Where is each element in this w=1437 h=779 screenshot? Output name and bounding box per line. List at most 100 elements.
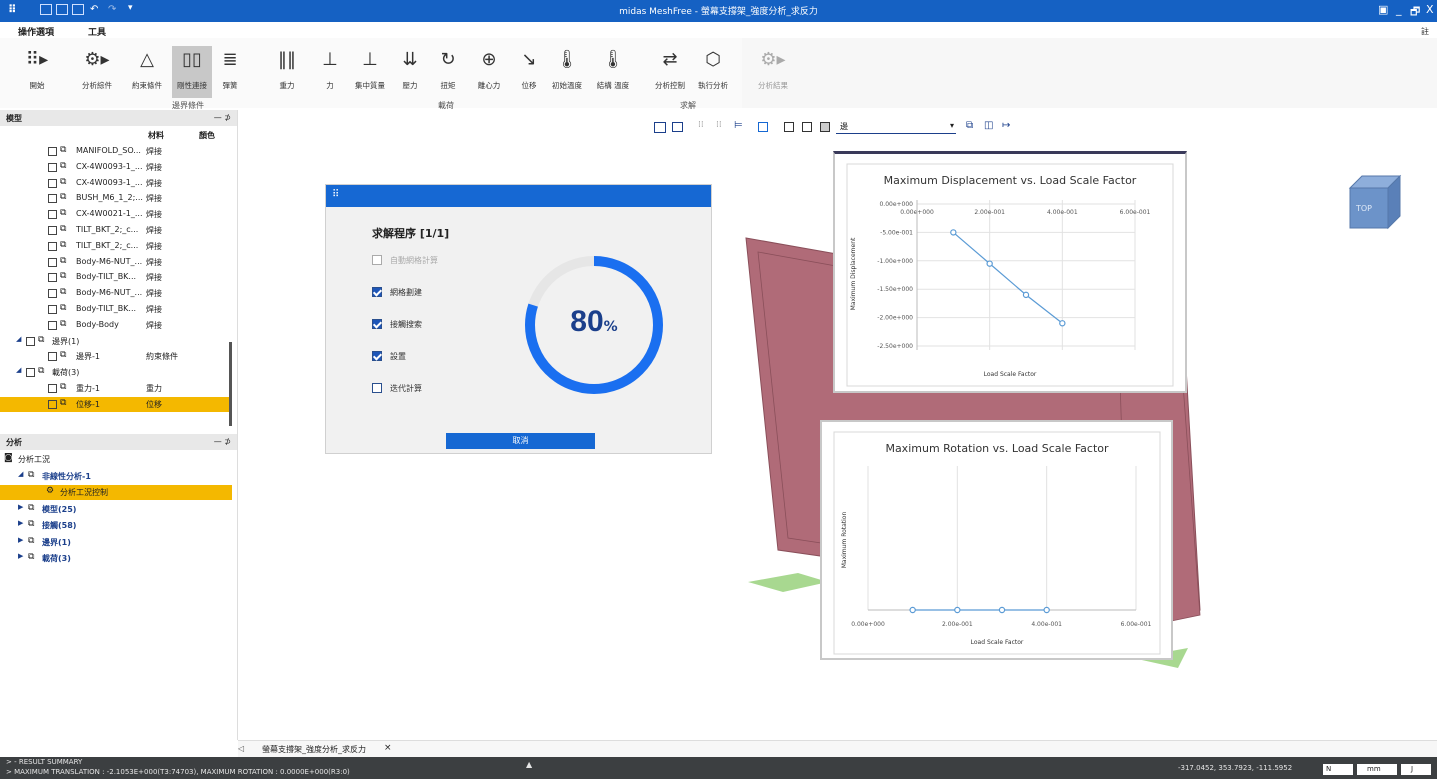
ribbon-button-centrifugal[interactable]: ⊕ 離心力 (470, 46, 508, 98)
step-checkbox[interactable] (372, 351, 382, 361)
expand-arrow-icon[interactable]: ▶ (18, 536, 23, 544)
view-back-icon[interactable] (672, 122, 683, 132)
visibility-checkbox[interactable] (48, 352, 57, 362)
copy-view-icon[interactable]: ⧉ (966, 120, 973, 131)
analysis-tree-row[interactable]: ▶ ⧉ 載荷(3) (0, 551, 232, 566)
align-icon[interactable]: ⊨ (734, 120, 743, 131)
ribbon-button-analysis-component[interactable]: ⚙▸ 分析綜件 (78, 46, 116, 98)
sign-in-link[interactable]: 註 (1421, 26, 1429, 37)
ribbon-button-run-analysis[interactable]: ⬡ 執行分析 (692, 46, 734, 98)
visibility-checkbox[interactable] (48, 305, 57, 314)
ribbon-button-grid[interactable]: ⠿▸ 開始 (20, 46, 54, 98)
model-tree-row[interactable]: ⧉ Body-Body 焊接 (0, 318, 232, 333)
ribbon-button-analysis-control[interactable]: ⇄ 分析控制 (648, 46, 692, 98)
expand-arrow-icon[interactable]: ◢ (18, 470, 23, 478)
analysis-tree-row[interactable]: ⚙ 分析工況控制 (0, 485, 232, 500)
model-tree-row[interactable]: ◢ ⧉ 載荷(3) (0, 365, 232, 380)
force-unit-select[interactable]: N (1323, 764, 1353, 775)
visibility-checkbox[interactable] (48, 147, 57, 156)
model-tree-row[interactable]: ⧉ 邊界-1 約束條件 (0, 349, 232, 364)
length-unit-select[interactable]: mm (1357, 764, 1397, 775)
wire-select-icon[interactable] (784, 122, 794, 132)
ribbon-button-thermometer[interactable]: 🌡 初始溫度 (546, 46, 588, 98)
visibility-checkbox[interactable] (48, 320, 57, 330)
section-icon[interactable]: ◫ (984, 120, 993, 131)
model-tree-row[interactable]: ⧉ TILT_BKT_2;_c... 焊接 (0, 239, 232, 254)
ribbon-button-triangle[interactable]: △ 約束條件 (128, 46, 166, 98)
visibility-checkbox[interactable] (48, 210, 57, 220)
snap-grid-icon[interactable]: ⁞⁞ (698, 120, 704, 130)
visibility-checkbox[interactable] (26, 368, 35, 378)
model-tree-row[interactable]: ⧉ Body-M6-NUT_... 焊接 (0, 286, 232, 301)
expand-arrow-icon[interactable]: ▶ (18, 503, 23, 511)
analysis-tree-row[interactable]: ◢ ⧉ 非線性分析-1 (0, 469, 232, 484)
analysis-panel-pin-icon[interactable]: — ⊅ (214, 437, 231, 446)
visibility-checkbox[interactable] (48, 384, 57, 393)
model-panel-pin-icon[interactable]: — ⊅ (214, 113, 231, 122)
visibility-checkbox[interactable] (26, 336, 35, 346)
model-tree-row[interactable]: ⧉ Body-M6-NUT_... 焊接 (0, 255, 232, 270)
view-front-icon[interactable] (654, 122, 666, 133)
ribbon-button-results[interactable]: ⚙▸ 分析結果 (752, 46, 794, 98)
visibility-checkbox[interactable] (48, 241, 57, 251)
box-select-icon[interactable] (758, 122, 768, 132)
visibility-checkbox[interactable] (48, 226, 57, 235)
ribbon-button-gravity[interactable]: ‖‖ 重力 (270, 46, 304, 98)
model-tree-row[interactable]: ⧉ 重力-1 重力 (0, 381, 232, 396)
visibility-checkbox[interactable] (48, 257, 57, 267)
energy-unit-select[interactable]: J (1401, 764, 1431, 775)
model-tree-row[interactable]: ◢ ⧉ 邊界(1) (0, 334, 232, 349)
step-checkbox[interactable] (372, 287, 382, 297)
step-checkbox[interactable] (372, 255, 382, 265)
tab-scroll-left-icon[interactable]: ◁ (238, 744, 244, 753)
expand-arrow-icon[interactable]: ◢ (16, 366, 21, 374)
model-tree-row[interactable]: ⧉ 位移-1 位移 (0, 396, 232, 412)
close-button[interactable]: X (1426, 3, 1434, 16)
column-material[interactable]: 材料 (148, 130, 164, 141)
visibility-checkbox[interactable] (48, 273, 57, 283)
close-tab-icon[interactable]: × (384, 743, 392, 753)
column-color[interactable]: 顏色 (199, 130, 215, 141)
visibility-checkbox[interactable] (48, 399, 57, 409)
ribbon-button-displacement[interactable]: ↘ 位移 (512, 46, 546, 98)
select-filter-dropdown[interactable]: 邊 ▾ (836, 120, 956, 134)
ribbon-button-torque[interactable]: ↻ 扭矩 (432, 46, 464, 98)
document-tab[interactable]: 螢幕支撐架_強度分析_求反力 (262, 744, 366, 755)
visibility-checkbox[interactable] (48, 289, 57, 299)
analysis-tree-row[interactable]: ◙ 分析工況 (0, 452, 232, 467)
model-scrollbar[interactable] (229, 342, 232, 426)
model-tree-row[interactable]: ⧉ CX-4W0093-1_... 焊接 (0, 160, 232, 175)
tab-operations[interactable]: 操作選項 (18, 25, 54, 38)
expand-log-icon[interactable]: ▲ (526, 760, 532, 769)
expand-arrow-icon[interactable]: ◢ (16, 335, 21, 343)
ribbon-button-pressure[interactable]: ⇊ 壓力 (394, 46, 426, 98)
analysis-tree-row[interactable]: ▶ ⧉ 邊界(1) (0, 535, 232, 550)
view-cube[interactable]: TOP (1342, 168, 1402, 233)
face-select-icon[interactable] (802, 122, 812, 132)
model-tree-row[interactable]: ⧉ Body-TILT_BK... 焊接 (0, 270, 232, 285)
minimize-button[interactable]: _ (1396, 3, 1402, 16)
snap-point-icon[interactable]: ⁞⁞ (716, 120, 722, 130)
model-tree-row[interactable]: ⧉ TILT_BKT_2;_c... 焊接 (0, 223, 232, 238)
visibility-checkbox[interactable] (48, 194, 57, 204)
cancel-button[interactable]: 取消 (446, 433, 595, 449)
model-tree-row[interactable]: ⧉ CX-4W0021-1_... 焊接 (0, 207, 232, 222)
model-tree-row[interactable]: ⧉ BUSH_M6_1_2;... 焊接 (0, 191, 232, 206)
expand-arrow-icon[interactable]: ▶ (18, 519, 23, 527)
analysis-tree-row[interactable]: ▶ ⧉ 接觸(58) (0, 518, 232, 533)
maximize-button[interactable]: 🗗 (1410, 3, 1420, 22)
ribbon-button-mass[interactable]: ⊥ 集中質量 (350, 46, 390, 98)
model-tree-row[interactable]: ⧉ MANIFOLD_SO... 焊接 (0, 144, 232, 159)
measure-icon[interactable]: ↦ (1002, 120, 1010, 131)
step-checkbox[interactable] (372, 383, 382, 393)
ribbon-button-thermometer-structure[interactable]: 🌡 結構 溫度 (592, 46, 634, 98)
expand-arrow-icon[interactable]: ▶ (18, 552, 23, 560)
step-checkbox[interactable] (372, 319, 382, 329)
model-tree-row[interactable]: ⧉ Body-TILT_BK... 焊接 (0, 302, 232, 317)
analysis-tree-row[interactable]: ▶ ⧉ 模型(25) (0, 502, 232, 517)
ribbon-button-spring[interactable]: ≣ 彈簧 (214, 46, 246, 98)
restore-layout-button[interactable]: ▣ (1378, 3, 1388, 16)
body-select-icon[interactable] (820, 122, 830, 132)
visibility-checkbox[interactable] (48, 162, 57, 172)
model-tree-row[interactable]: ⧉ CX-4W0093-1_... 焊接 (0, 176, 232, 191)
